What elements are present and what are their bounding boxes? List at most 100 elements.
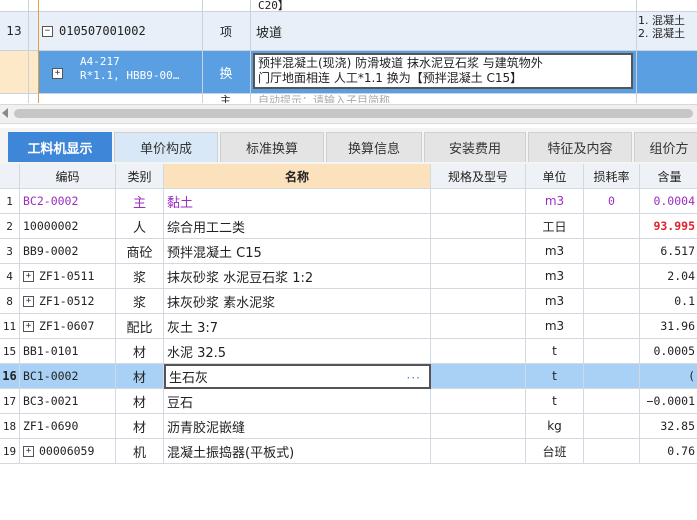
cell-content[interactable]: 93.995 bbox=[640, 214, 697, 239]
cell-spec[interactable] bbox=[431, 439, 526, 464]
cell-code[interactable]: +00006059 bbox=[20, 439, 116, 464]
cell-loss[interactable] bbox=[584, 289, 640, 314]
cell-category[interactable]: 材 bbox=[116, 389, 164, 414]
table-row[interactable]: 3 BB9-0002 商砼 预拌混凝土 C15 m3 6.517 bbox=[0, 239, 697, 264]
cell-code[interactable]: BB9-0002 bbox=[20, 239, 116, 264]
expand-icon[interactable]: + bbox=[23, 320, 34, 332]
cell-loss[interactable]: 0 bbox=[584, 189, 640, 214]
cell-loss[interactable] bbox=[584, 414, 640, 439]
cell-category[interactable]: 材 bbox=[116, 339, 164, 364]
cell-name[interactable]: 沥青胶泥嵌缝 bbox=[164, 414, 431, 439]
cell-loss[interactable] bbox=[584, 339, 640, 364]
cell-name[interactable]: 抹灰砂浆 素水泥浆 bbox=[164, 289, 431, 314]
table-row[interactable]: 8 + ZF1-0512 浆 抹灰砂浆 素水泥浆 m3 0.1 bbox=[0, 289, 697, 314]
cell-spec[interactable] bbox=[431, 289, 526, 314]
table-row[interactable]: 17 BC3-0021 材 豆石 t −0.0001 bbox=[0, 389, 697, 414]
header-name[interactable]: 名称 bbox=[164, 164, 431, 189]
expand-icon[interactable]: + bbox=[23, 445, 34, 457]
cell-code[interactable]: ZF1-0690 bbox=[20, 414, 116, 439]
cell-spec[interactable] bbox=[431, 339, 526, 364]
cell-spec[interactable] bbox=[431, 364, 526, 389]
horizontal-scrollbar[interactable] bbox=[0, 104, 697, 124]
table-row[interactable]: 2 10000002 人 综合用工二类 工日 93.995 bbox=[0, 214, 697, 239]
cell-name[interactable]: 生石灰 ··· bbox=[164, 364, 431, 389]
cell-category[interactable]: 机 bbox=[116, 439, 164, 464]
cell-name[interactable]: 混凝土振捣器(平板式) bbox=[164, 439, 431, 464]
quota-row[interactable]: + A4-217 R*1.1, HBB9-00… 换 预拌混凝土(现浇) 防滑坡… bbox=[0, 51, 697, 93]
tab-pricing[interactable]: 组价方 bbox=[634, 132, 697, 162]
expand-icon[interactable]: + bbox=[52, 64, 63, 79]
table-row[interactable]: 16 BC1-0002 材 生石灰 ··· t ( bbox=[0, 364, 697, 389]
cell-unit[interactable]: t bbox=[526, 364, 584, 389]
header-category[interactable]: 类别 bbox=[116, 164, 164, 189]
table-row[interactable]: 19 +00006059 机混凝土振捣器(平板式) 台班 0.76 bbox=[0, 439, 697, 464]
header-code[interactable]: 编码 bbox=[20, 164, 116, 189]
cell-spec[interactable] bbox=[431, 389, 526, 414]
cell-spec[interactable] bbox=[431, 414, 526, 439]
scroll-left-icon[interactable] bbox=[2, 108, 8, 118]
cell-name[interactable]: 抹灰砂浆 水泥豆石浆 1:2 bbox=[164, 264, 431, 289]
collapse-icon[interactable]: − bbox=[42, 25, 53, 37]
cell-content[interactable]: 31.96 bbox=[640, 314, 697, 339]
cell-name[interactable]: 预拌混凝土 C15 bbox=[164, 239, 431, 264]
cell-content[interactable]: 2.04 bbox=[640, 264, 697, 289]
cell-name[interactable]: 黏土 bbox=[164, 189, 431, 214]
tab-install-fee[interactable]: 安装费用 bbox=[424, 132, 526, 162]
cell-name[interactable]: 灰土 3:7 bbox=[164, 314, 431, 339]
cell-unit[interactable]: 工日 bbox=[526, 214, 584, 239]
expand-icon[interactable]: + bbox=[23, 270, 34, 282]
table-row[interactable]: 11 + ZF1-0607 配比 灰土 3:7 m3 31.96 bbox=[0, 314, 697, 339]
header-unit[interactable]: 单位 bbox=[526, 164, 584, 189]
cell-category[interactable]: 浆 bbox=[116, 264, 164, 289]
scrollbar-thumb[interactable] bbox=[14, 109, 693, 118]
quota-name-editor[interactable]: 预拌混凝土(现浇) 防滑坡道 抹水泥豆石浆 与建筑物外 门厅地面相连 人工*1.… bbox=[253, 53, 633, 89]
cell-category[interactable]: 人 bbox=[116, 214, 164, 239]
cell-name[interactable]: 综合用工二类 bbox=[164, 214, 431, 239]
cell-code[interactable]: + ZF1-0512 bbox=[20, 289, 116, 314]
tab-features[interactable]: 特征及内容 bbox=[528, 132, 632, 162]
cell-unit[interactable]: m3 bbox=[526, 264, 584, 289]
cell-unit[interactable]: m3 bbox=[526, 289, 584, 314]
cell-code[interactable]: BC3-0021 bbox=[20, 389, 116, 414]
cell-code[interactable]: BC1-0002 bbox=[20, 364, 116, 389]
cell-loss[interactable] bbox=[584, 314, 640, 339]
cell-category[interactable]: 商砼 bbox=[116, 239, 164, 264]
cell-code[interactable]: BB1-0101 bbox=[20, 339, 116, 364]
cell-name[interactable]: 豆石 bbox=[164, 389, 431, 414]
header-loss[interactable]: 损耗率 bbox=[584, 164, 640, 189]
tab-conversion-info[interactable]: 换算信息 bbox=[326, 132, 422, 162]
cell-category[interactable]: 配比 bbox=[116, 314, 164, 339]
cell-category[interactable]: 浆 bbox=[116, 289, 164, 314]
table-row[interactable]: 15 BB1-0101 材 水泥 32.5 t 0.0005 bbox=[0, 339, 697, 364]
cell-spec[interactable] bbox=[431, 189, 526, 214]
cell-category[interactable]: 材 bbox=[116, 364, 164, 389]
more-options-icon[interactable]: ··· bbox=[407, 371, 421, 385]
bill-name[interactable]: 坡道 bbox=[256, 12, 626, 50]
cell-spec[interactable] bbox=[431, 214, 526, 239]
cell-spec[interactable] bbox=[431, 239, 526, 264]
cell-content[interactable]: 6.517 bbox=[640, 239, 697, 264]
cell-loss[interactable] bbox=[584, 214, 640, 239]
tab-unit-price[interactable]: 单价构成 bbox=[114, 132, 218, 162]
cell-unit[interactable]: 台班 bbox=[526, 439, 584, 464]
cell-content[interactable]: 0.1 bbox=[640, 289, 697, 314]
cell-code[interactable]: + ZF1-0607 bbox=[20, 314, 116, 339]
bill-row-13[interactable]: 13 − 010507001002 项 坡道 1. 混凝土 2. 混凝土 bbox=[0, 12, 697, 50]
cell-content[interactable]: −0.0001 bbox=[640, 389, 697, 414]
cell-unit[interactable]: kg bbox=[526, 414, 584, 439]
cell-content[interactable]: 0.76 bbox=[640, 439, 697, 464]
cell-content[interactable]: ( bbox=[640, 364, 697, 389]
cell-content[interactable]: 32.85 bbox=[640, 414, 697, 439]
cell-unit[interactable]: m3 bbox=[526, 314, 584, 339]
cell-unit[interactable]: m3 bbox=[526, 189, 584, 214]
cell-content[interactable]: 0.0004 bbox=[640, 189, 697, 214]
cell-category[interactable]: 材 bbox=[116, 414, 164, 439]
tab-standard-conversion[interactable]: 标准换算 bbox=[220, 132, 324, 162]
cell-code[interactable]: 10000002 bbox=[20, 214, 116, 239]
cell-name[interactable]: 水泥 32.5 bbox=[164, 339, 431, 364]
cell-loss[interactable] bbox=[584, 439, 640, 464]
header-content[interactable]: 含量 bbox=[640, 164, 697, 189]
tab-resources[interactable]: 工料机显示 bbox=[8, 132, 112, 162]
cell-content[interactable]: 0.0005 bbox=[640, 339, 697, 364]
cell-unit[interactable]: m3 bbox=[526, 239, 584, 264]
